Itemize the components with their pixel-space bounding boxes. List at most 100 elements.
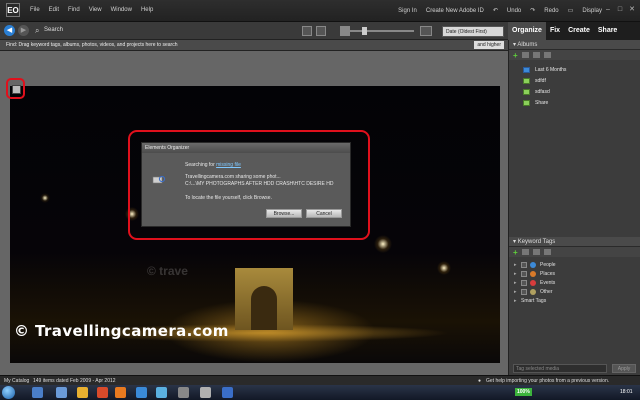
slider-handle[interactable] xyxy=(362,27,367,35)
watermark-faint: © trave xyxy=(147,264,188,278)
smart-tags-item[interactable]: ▸ Smart Tags xyxy=(509,296,640,305)
tab-fix[interactable]: Fix xyxy=(546,22,564,40)
app-icon[interactable] xyxy=(156,387,167,398)
media-player-icon[interactable] xyxy=(97,387,108,398)
add-album-icon[interactable]: + xyxy=(513,51,518,60)
menu-edit[interactable]: Edit xyxy=(49,7,59,13)
album-item[interactable]: sdfasd xyxy=(509,86,640,97)
highlight-badge xyxy=(6,78,25,99)
sign-in-link[interactable]: Sign In xyxy=(398,8,417,14)
other-tag-icon xyxy=(530,288,536,295)
app-icon[interactable] xyxy=(178,387,189,398)
undo-button[interactable]: Undo xyxy=(507,8,521,14)
undo-icon: ↶ xyxy=(492,8,498,14)
watermark: © Travellingcamera.com xyxy=(14,322,229,340)
people-tag-icon xyxy=(530,261,536,268)
single-photo-view-icon[interactable] xyxy=(302,26,312,36)
explorer-icon[interactable] xyxy=(32,387,43,398)
highlight-dialog xyxy=(128,130,370,240)
tag-options-icon[interactable] xyxy=(543,249,551,255)
tag-item[interactable]: ▸ People xyxy=(509,260,640,269)
small-thumbnail-icon[interactable] xyxy=(340,26,350,36)
album-options-icon[interactable] xyxy=(543,52,551,58)
menu-help[interactable]: Help xyxy=(141,7,153,13)
battery-indicator[interactable]: 100% xyxy=(515,388,532,396)
search-field[interactable]: Search xyxy=(44,27,63,33)
edit-album-icon[interactable] xyxy=(521,52,529,58)
find-hint: Find: Drag keyword tags, albums, photos,… xyxy=(6,42,178,48)
expand-icon[interactable]: ▸ xyxy=(514,289,521,295)
delete-tag-icon[interactable] xyxy=(532,249,540,255)
tag-checkbox[interactable] xyxy=(521,288,527,295)
menu-window[interactable]: Window xyxy=(111,7,132,13)
album-item[interactable]: Share xyxy=(509,97,640,108)
expand-icon[interactable]: ▸ xyxy=(514,271,521,277)
tag-checkbox[interactable] xyxy=(521,270,527,277)
sort-order-select[interactable]: Date (Oldest First) xyxy=(442,26,504,37)
keyword-tags-header[interactable]: ▾ Keyword Tags xyxy=(509,237,640,247)
tag-checkbox[interactable] xyxy=(521,261,527,268)
tab-organize[interactable]: Organize xyxy=(508,22,546,40)
tag-item[interactable]: ▸ Other xyxy=(509,287,640,296)
edit-tag-icon[interactable] xyxy=(521,249,529,255)
account-menu: Sign In Create New Adobe ID ↶ Undo ↷ Red… xyxy=(398,7,602,15)
back-button[interactable]: ◀ xyxy=(4,25,15,36)
apply-button[interactable]: Apply xyxy=(612,364,636,373)
search-icon: ⌕ xyxy=(35,26,40,35)
add-tag-icon[interactable]: + xyxy=(513,248,518,257)
import-help-link[interactable]: Get help importing your photos from a pr… xyxy=(486,378,609,384)
create-adobe-id-link[interactable]: Create New Adobe ID xyxy=(426,8,484,14)
app-icon[interactable] xyxy=(200,387,211,398)
tag-checkbox[interactable] xyxy=(521,279,527,286)
close-icon[interactable]: ✕ xyxy=(628,6,636,14)
toolbar: ◀ ▶ ⌕ Search Date (Oldest First) xyxy=(0,22,508,40)
albums-header[interactable]: ▾ Albums xyxy=(509,40,640,50)
find-bar[interactable]: Find: Drag keyword tags, albums, photos,… xyxy=(0,40,508,51)
album-icon xyxy=(523,88,530,95)
ie-icon[interactable] xyxy=(56,387,67,398)
organizer-icon[interactable] xyxy=(222,387,233,398)
status-bar: My Catalog 149 items dated Feb 2009 - Ap… xyxy=(0,375,640,385)
gate-arch xyxy=(251,286,277,330)
item-count: 149 items dated Feb 2009 - Apr 2012 xyxy=(33,378,116,384)
clock[interactable]: 18:01 xyxy=(620,389,633,395)
album-icon xyxy=(523,77,530,84)
firefox-icon[interactable] xyxy=(115,387,126,398)
menu-view[interactable]: View xyxy=(89,7,102,13)
albums-toolbar: + xyxy=(509,50,640,60)
tag-item[interactable]: ▸ Places xyxy=(509,269,640,278)
tag-label: Events xyxy=(540,279,556,286)
expand-icon[interactable]: ▸ xyxy=(514,280,521,286)
thumbnail-size-slider[interactable] xyxy=(350,30,414,32)
maximize-icon[interactable]: □ xyxy=(616,6,624,14)
tag-label: Other xyxy=(540,288,553,295)
tag-selected-media-input[interactable]: Tag selected media xyxy=(513,364,607,373)
grid-view-icon[interactable] xyxy=(316,26,326,36)
tab-create[interactable]: Create xyxy=(564,22,594,40)
album-item[interactable]: Last 6 Months xyxy=(509,64,640,75)
album-item[interactable]: sdfdf xyxy=(509,75,640,86)
app-icon[interactable] xyxy=(136,387,147,398)
expand-icon[interactable]: ▸ xyxy=(514,262,521,268)
tab-share[interactable]: Share xyxy=(594,22,621,40)
main-menu: File Edit Find View Window Help xyxy=(30,7,153,13)
folder-icon[interactable] xyxy=(77,387,88,398)
redo-button[interactable]: Redo xyxy=(544,8,558,14)
catalog-name[interactable]: My Catalog xyxy=(4,378,29,384)
tag-label: Places xyxy=(540,270,556,277)
minimize-icon[interactable]: – xyxy=(604,6,612,14)
events-tag-icon xyxy=(530,279,536,286)
menu-find[interactable]: Find xyxy=(68,7,80,13)
keyword-tags-title: Keyword Tags xyxy=(517,239,556,245)
album-label: sdfasd xyxy=(535,88,550,95)
fullscreen-icon[interactable] xyxy=(420,26,432,36)
tag-item[interactable]: ▸ Events xyxy=(509,278,640,287)
rating-filter-select[interactable]: and higher xyxy=(474,41,504,49)
start-button-icon[interactable] xyxy=(2,386,15,399)
display-menu[interactable]: Display xyxy=(582,8,602,14)
forward-button[interactable]: ▶ xyxy=(18,25,29,36)
album-label: Last 6 Months xyxy=(535,66,567,73)
delete-album-icon[interactable] xyxy=(532,52,540,58)
menu-file[interactable]: File xyxy=(30,7,40,13)
expand-icon[interactable]: ▸ xyxy=(514,298,521,304)
